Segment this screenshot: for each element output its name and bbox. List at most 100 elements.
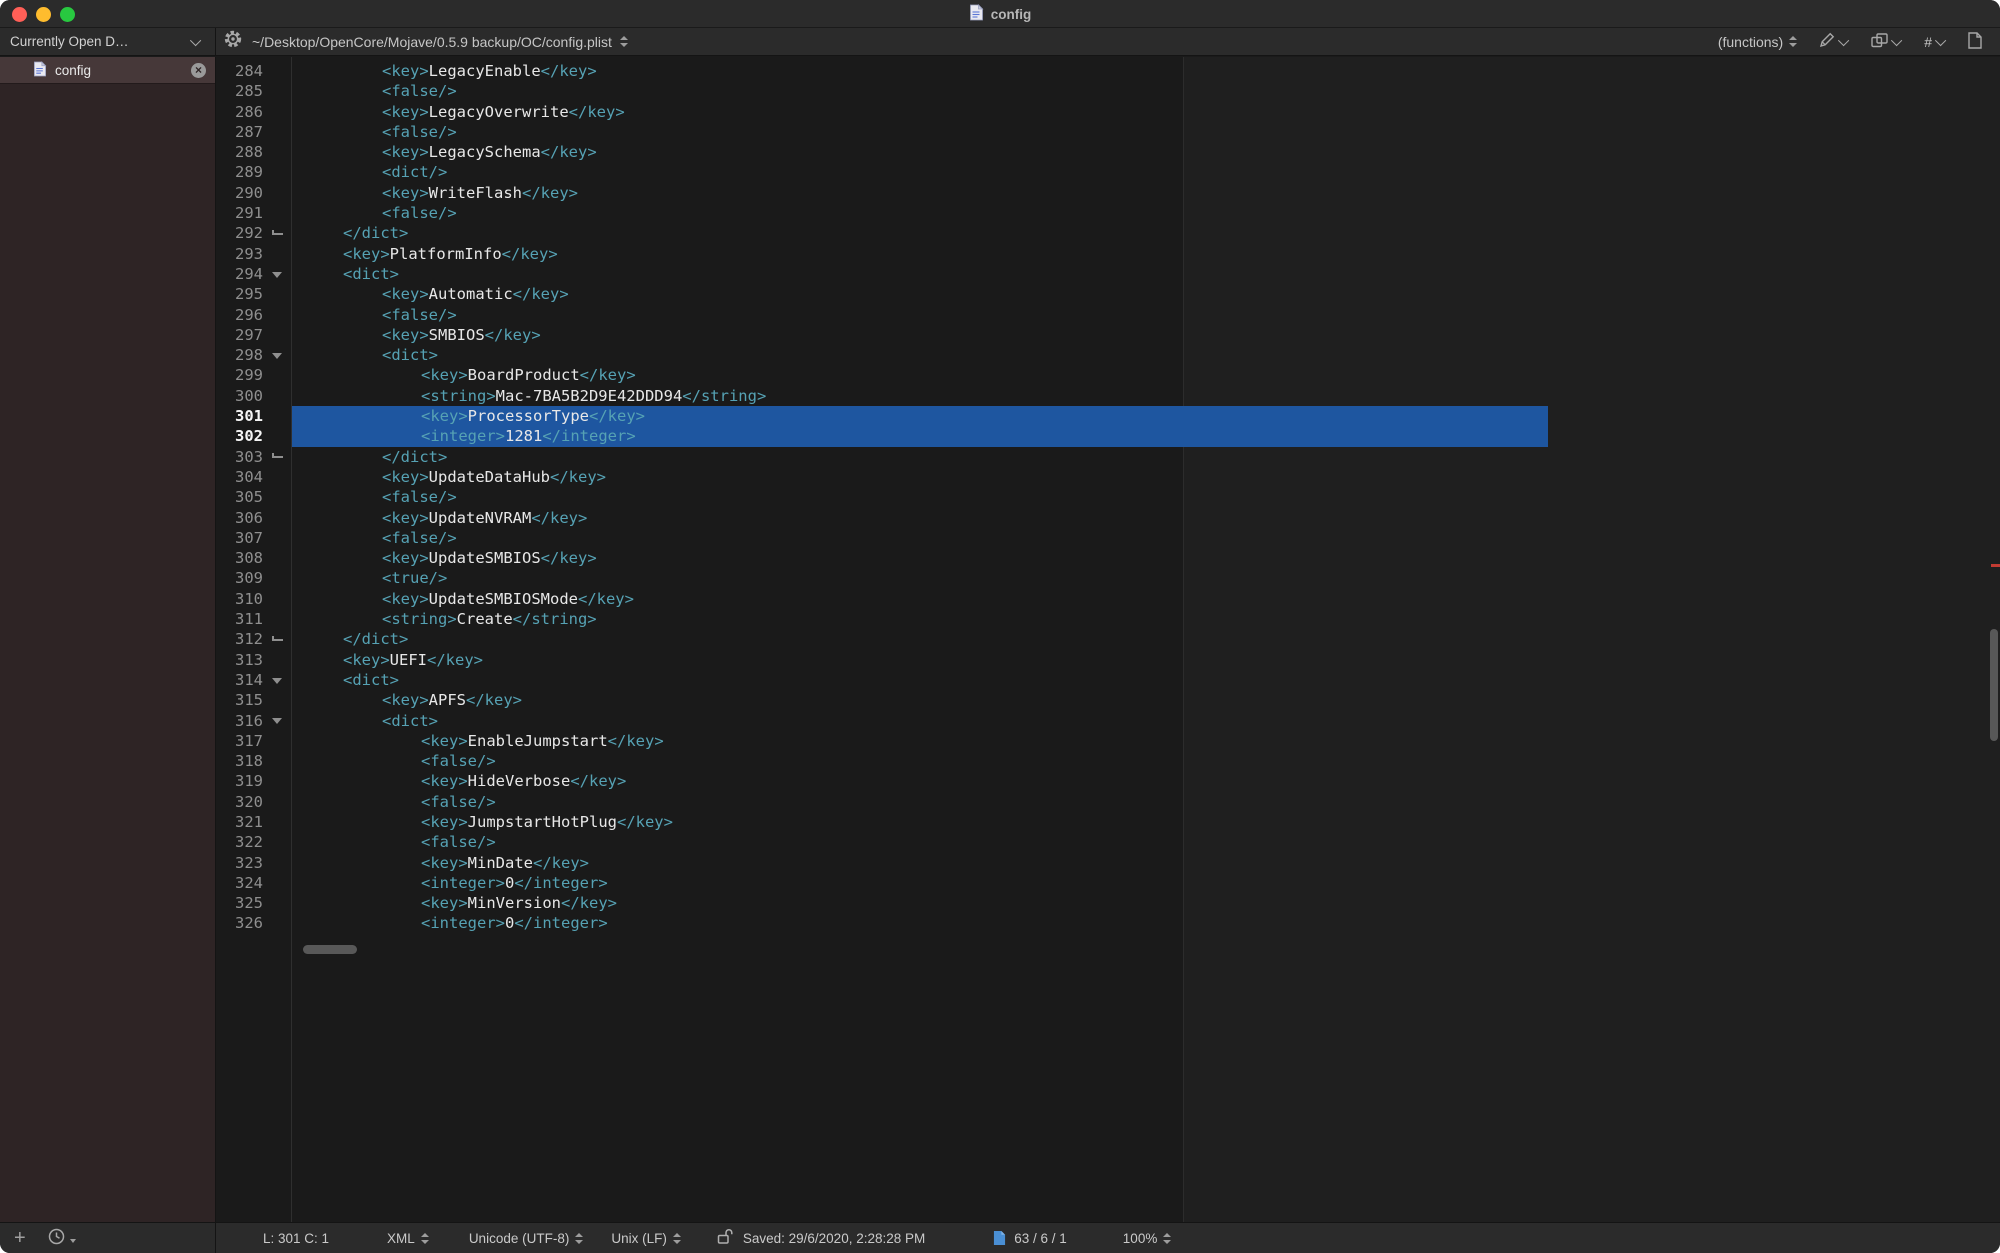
line-number-menu-button[interactable]: # [1924,34,1946,50]
line-number[interactable]: 299 [216,365,263,385]
line-number[interactable]: 303 [216,447,263,467]
code-text[interactable]: <key>LegacySchema</key> [291,142,597,162]
code-line[interactable]: 290 <key>WriteFlash</key> [216,183,2000,203]
code-text[interactable]: <key>UpdateDataHub</key> [291,467,606,487]
fold-open-icon[interactable] [263,670,291,690]
line-number[interactable]: 296 [216,305,263,325]
code-text[interactable]: <false/> [291,122,457,142]
code-line[interactable]: 306<key>UpdateNVRAM</key> [216,508,2000,528]
code-line[interactable]: 319<key>HideVerbose</key> [216,771,2000,791]
fold-open-icon[interactable] [263,711,291,731]
line-number[interactable]: 309 [216,568,263,588]
code-line[interactable]: 284 <key>LegacyEnable</key> [216,61,2000,81]
line-number[interactable]: 295 [216,284,263,304]
code-text[interactable]: <key>MinDate</key> [291,853,589,873]
code-text[interactable]: <false/> [291,203,457,223]
code-line[interactable]: 311<string>Create</string> [216,609,2000,629]
code-text[interactable]: <key>APFS</key> [291,690,522,710]
line-number[interactable]: 306 [216,508,263,528]
line-ending-menu[interactable]: Unix (LF) [611,1231,681,1246]
line-number[interactable]: 290 [216,183,263,203]
line-number[interactable]: 289 [216,162,263,182]
code-text[interactable]: <key>MinVersion</key> [291,893,617,913]
code-line[interactable]: 320<false/> [216,792,2000,812]
recent-documents-button[interactable] [48,1228,76,1248]
code-line[interactable]: 287 <false/> [216,122,2000,142]
counterparts-menu-button[interactable] [1871,33,1902,51]
code-text[interactable]: <integer>1281</integer> [291,426,636,446]
vertical-scrollbar-thumb[interactable] [1990,629,1998,741]
code-line[interactable]: 285<false/> [216,81,2000,101]
line-number[interactable]: 301 [216,406,263,426]
line-number[interactable]: 321 [216,812,263,832]
line-number[interactable]: 298 [216,345,263,365]
code-text[interactable]: </dict> [291,629,408,649]
code-text[interactable]: <false/> [291,487,457,507]
zoom-menu[interactable]: 100% [1123,1231,1172,1246]
code-line[interactable]: 295<key>Automatic</key> [216,284,2000,304]
code-text[interactable]: <key>WriteFlash</key> [291,183,578,203]
line-number[interactable]: 322 [216,832,263,852]
line-number[interactable]: 308 [216,548,263,568]
line-number[interactable]: 317 [216,731,263,751]
code-line[interactable]: 300<string>Mac-7BA5B2D9E42DDD94</string> [216,386,2000,406]
code-text[interactable]: <dict/> [291,162,447,182]
code-line[interactable]: 294<dict> [216,264,2000,284]
code-line[interactable]: 317<key>EnableJumpstart</key> [216,731,2000,751]
line-number[interactable]: 320 [216,792,263,812]
line-number[interactable]: 312 [216,629,263,649]
language-menu[interactable]: XML [387,1231,429,1246]
code-text[interactable]: <integer>0</integer> [291,873,608,893]
code-line[interactable]: 312 </dict> [216,629,2000,649]
code-line[interactable]: 322 <false/> [216,832,2000,852]
fold-open-icon[interactable] [263,264,291,284]
code-line[interactable]: 316 <dict> [216,711,2000,731]
line-number[interactable]: 302 [216,426,263,446]
code-line[interactable]: 326<integer>0</integer> [216,913,2000,933]
line-number[interactable]: 292 [216,223,263,243]
line-number[interactable]: 324 [216,873,263,893]
code-text[interactable]: <key>JumpstartHotPlug</key> [291,812,673,832]
code-line[interactable]: 318<false/> [216,751,2000,771]
code-line[interactable]: 303 </dict> [216,447,2000,467]
code-line[interactable]: 307<false/> [216,528,2000,548]
code-text[interactable]: <key>LegacyOverwrite</key> [291,102,625,122]
line-number[interactable]: 291 [216,203,263,223]
close-file-button[interactable]: × [191,63,206,78]
markers-menu-button[interactable] [1819,32,1849,51]
line-number[interactable]: 287 [216,122,263,142]
code-text[interactable]: <false/> [291,305,457,325]
line-number[interactable]: 316 [216,711,263,731]
code-text[interactable]: <key>LegacyEnable</key> [291,61,597,81]
code-line[interactable]: 309 <true/> [216,568,2000,588]
code-line[interactable]: 301 <key>ProcessorType</key> [216,406,2000,426]
add-document-button[interactable]: + [14,1228,26,1248]
code-text[interactable]: <string>Create</string> [291,609,597,629]
line-number[interactable]: 323 [216,853,263,873]
line-number[interactable]: 325 [216,893,263,913]
line-number[interactable]: 305 [216,487,263,507]
file-path-dropdown[interactable]: ~/Desktop/OpenCore/Mojave/0.5.9 backup/O… [252,34,628,50]
code-line[interactable]: 293<key>PlatformInfo</key> [216,244,2000,264]
line-number[interactable]: 300 [216,386,263,406]
code-text[interactable]: </dict> [291,447,447,467]
line-number[interactable]: 313 [216,650,263,670]
code-text[interactable]: <false/> [291,832,496,852]
code-line[interactable]: 286<key>LegacyOverwrite</key> [216,102,2000,122]
code-line[interactable]: 305 <false/> [216,487,2000,507]
code-text[interactable]: </dict> [291,223,408,243]
code-line[interactable]: 314<dict> [216,670,2000,690]
code-text[interactable]: <true/> [291,568,447,588]
code-line[interactable]: 291 <false/> [216,203,2000,223]
line-number[interactable]: 319 [216,771,263,791]
code-text[interactable]: <dict> [291,345,438,365]
code-text[interactable]: <integer>0</integer> [291,913,608,933]
line-number[interactable]: 284 [216,61,263,81]
code-text[interactable]: <key>BoardProduct</key> [291,365,636,385]
code-text[interactable]: <key>ProcessorType</key> [291,406,645,426]
fold-open-icon[interactable] [263,345,291,365]
lock-toggle-button[interactable] [717,1228,733,1248]
code-text[interactable]: <dict> [291,711,438,731]
code-text[interactable]: <key>UpdateSMBIOS</key> [291,548,597,568]
code-text[interactable]: <key>SMBIOS</key> [291,325,541,345]
